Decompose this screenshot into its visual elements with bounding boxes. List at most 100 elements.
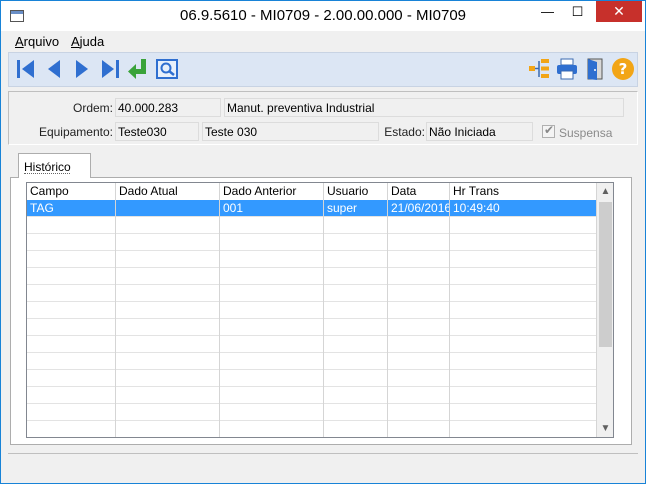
suspensa-checkbox[interactable]: ✔ xyxy=(542,123,555,138)
tab-historico[interactable]: Histórico xyxy=(18,153,91,178)
enter-icon[interactable] xyxy=(127,57,151,81)
vertical-scrollbar[interactable]: ▲ ▼ xyxy=(597,183,613,437)
table-cell xyxy=(324,404,388,421)
table-cell xyxy=(450,336,597,353)
table-cell xyxy=(27,251,116,268)
table-cell xyxy=(116,353,220,370)
table-cell xyxy=(27,217,116,234)
previous-icon[interactable] xyxy=(42,57,66,81)
svg-text:?: ? xyxy=(619,60,628,78)
scrollbar-thumb[interactable] xyxy=(599,202,612,347)
column-header[interactable]: Dado Anterior xyxy=(220,183,324,200)
table-row[interactable] xyxy=(27,234,597,251)
table-row[interactable] xyxy=(27,421,597,437)
table-cell xyxy=(450,319,597,336)
tree-icon[interactable] xyxy=(527,57,551,81)
equipamento-code-field[interactable]: Teste030 xyxy=(115,122,199,141)
check-icon: ✔ xyxy=(544,123,555,137)
menu-bar: Arquivo Ajuda xyxy=(1,31,645,51)
equipamento-label: Equipamento: xyxy=(38,125,113,139)
close-button[interactable]: ✕ xyxy=(596,1,642,22)
table-cell xyxy=(388,319,450,336)
table-cell xyxy=(324,336,388,353)
column-header[interactable]: Dado Atual xyxy=(116,183,220,200)
table-cell xyxy=(324,319,388,336)
focus-indicator xyxy=(24,173,70,174)
column-header[interactable]: Usuario xyxy=(324,183,388,200)
table-cell xyxy=(450,387,597,404)
table-cell xyxy=(324,421,388,437)
table-cell xyxy=(27,268,116,285)
table-cell xyxy=(116,234,220,251)
column-header[interactable]: Hr Trans xyxy=(450,183,597,200)
print-icon[interactable] xyxy=(555,57,579,81)
table-cell xyxy=(116,251,220,268)
table-cell: TAG xyxy=(27,200,116,217)
historico-grid[interactable]: Campo Dado Atual Dado Anterior Usuario Data H… xyxy=(26,182,614,438)
table-row[interactable] xyxy=(27,302,597,319)
table-cell xyxy=(220,302,324,319)
table-cell xyxy=(220,217,324,234)
table-cell xyxy=(388,251,450,268)
table-row[interactable] xyxy=(27,404,597,421)
table-cell xyxy=(116,302,220,319)
table-cell xyxy=(450,217,597,234)
table-row[interactable] xyxy=(27,353,597,370)
table-row[interactable] xyxy=(27,387,597,404)
table-row[interactable] xyxy=(27,336,597,353)
status-bar xyxy=(8,453,638,477)
table-cell xyxy=(220,336,324,353)
table-cell xyxy=(388,370,450,387)
scroll-up-icon[interactable]: ▲ xyxy=(597,183,613,200)
table-cell xyxy=(27,336,116,353)
table-cell xyxy=(388,336,450,353)
menu-arquivo[interactable]: Arquivo xyxy=(15,34,59,49)
table-cell xyxy=(324,217,388,234)
exit-icon[interactable] xyxy=(583,57,607,81)
ordem-description-field[interactable]: Manut. preventiva Industrial xyxy=(224,98,624,117)
table-cell xyxy=(220,319,324,336)
ordem-field[interactable]: 40.000.283 xyxy=(115,98,221,117)
column-header[interactable]: Campo xyxy=(27,183,116,200)
estado-field[interactable]: Não Iniciada xyxy=(426,122,533,141)
title-bar[interactable]: 06.9.5610 - MI0709 - 2.00.00.000 - MI070… xyxy=(1,1,645,31)
table-row[interactable] xyxy=(27,319,597,336)
table-cell xyxy=(27,319,116,336)
help-icon[interactable]: ? xyxy=(611,57,635,81)
minimize-button[interactable]: — xyxy=(534,1,561,22)
table-cell xyxy=(388,234,450,251)
table-row[interactable]: TAG 001 super 21/06/2016 10:49:40 xyxy=(27,200,597,217)
table-row[interactable] xyxy=(27,251,597,268)
last-icon[interactable] xyxy=(98,57,122,81)
equipamento-description-field[interactable]: Teste 030 xyxy=(202,122,379,141)
table-row[interactable] xyxy=(27,370,597,387)
zoom-icon[interactable] xyxy=(155,57,179,81)
maximize-button[interactable]: ☐ xyxy=(564,1,591,22)
table-cell xyxy=(388,421,450,437)
table-cell xyxy=(450,353,597,370)
first-icon[interactable] xyxy=(14,57,38,81)
table-row[interactable] xyxy=(27,285,597,302)
table-cell xyxy=(220,370,324,387)
application-window: 06.9.5610 - MI0709 - 2.00.00.000 - MI070… xyxy=(0,0,646,484)
table-cell xyxy=(220,285,324,302)
table-cell xyxy=(388,353,450,370)
table-cell: 001 xyxy=(220,200,324,217)
table-row[interactable] xyxy=(27,217,597,234)
scroll-down-icon[interactable]: ▼ xyxy=(597,420,613,437)
next-icon[interactable] xyxy=(70,57,94,81)
table-cell xyxy=(116,387,220,404)
table-cell xyxy=(116,268,220,285)
menu-ajuda-accel: A xyxy=(71,34,80,49)
table-cell xyxy=(388,285,450,302)
table-cell xyxy=(450,421,597,437)
table-cell xyxy=(324,370,388,387)
table-cell xyxy=(324,353,388,370)
table-cell xyxy=(27,421,116,437)
table-row[interactable] xyxy=(27,268,597,285)
table-cell xyxy=(450,302,597,319)
menu-ajuda[interactable]: Ajuda xyxy=(71,34,104,49)
suspensa-label: Suspensa xyxy=(559,126,613,140)
table-cell xyxy=(220,268,324,285)
column-header[interactable]: Data xyxy=(388,183,450,200)
